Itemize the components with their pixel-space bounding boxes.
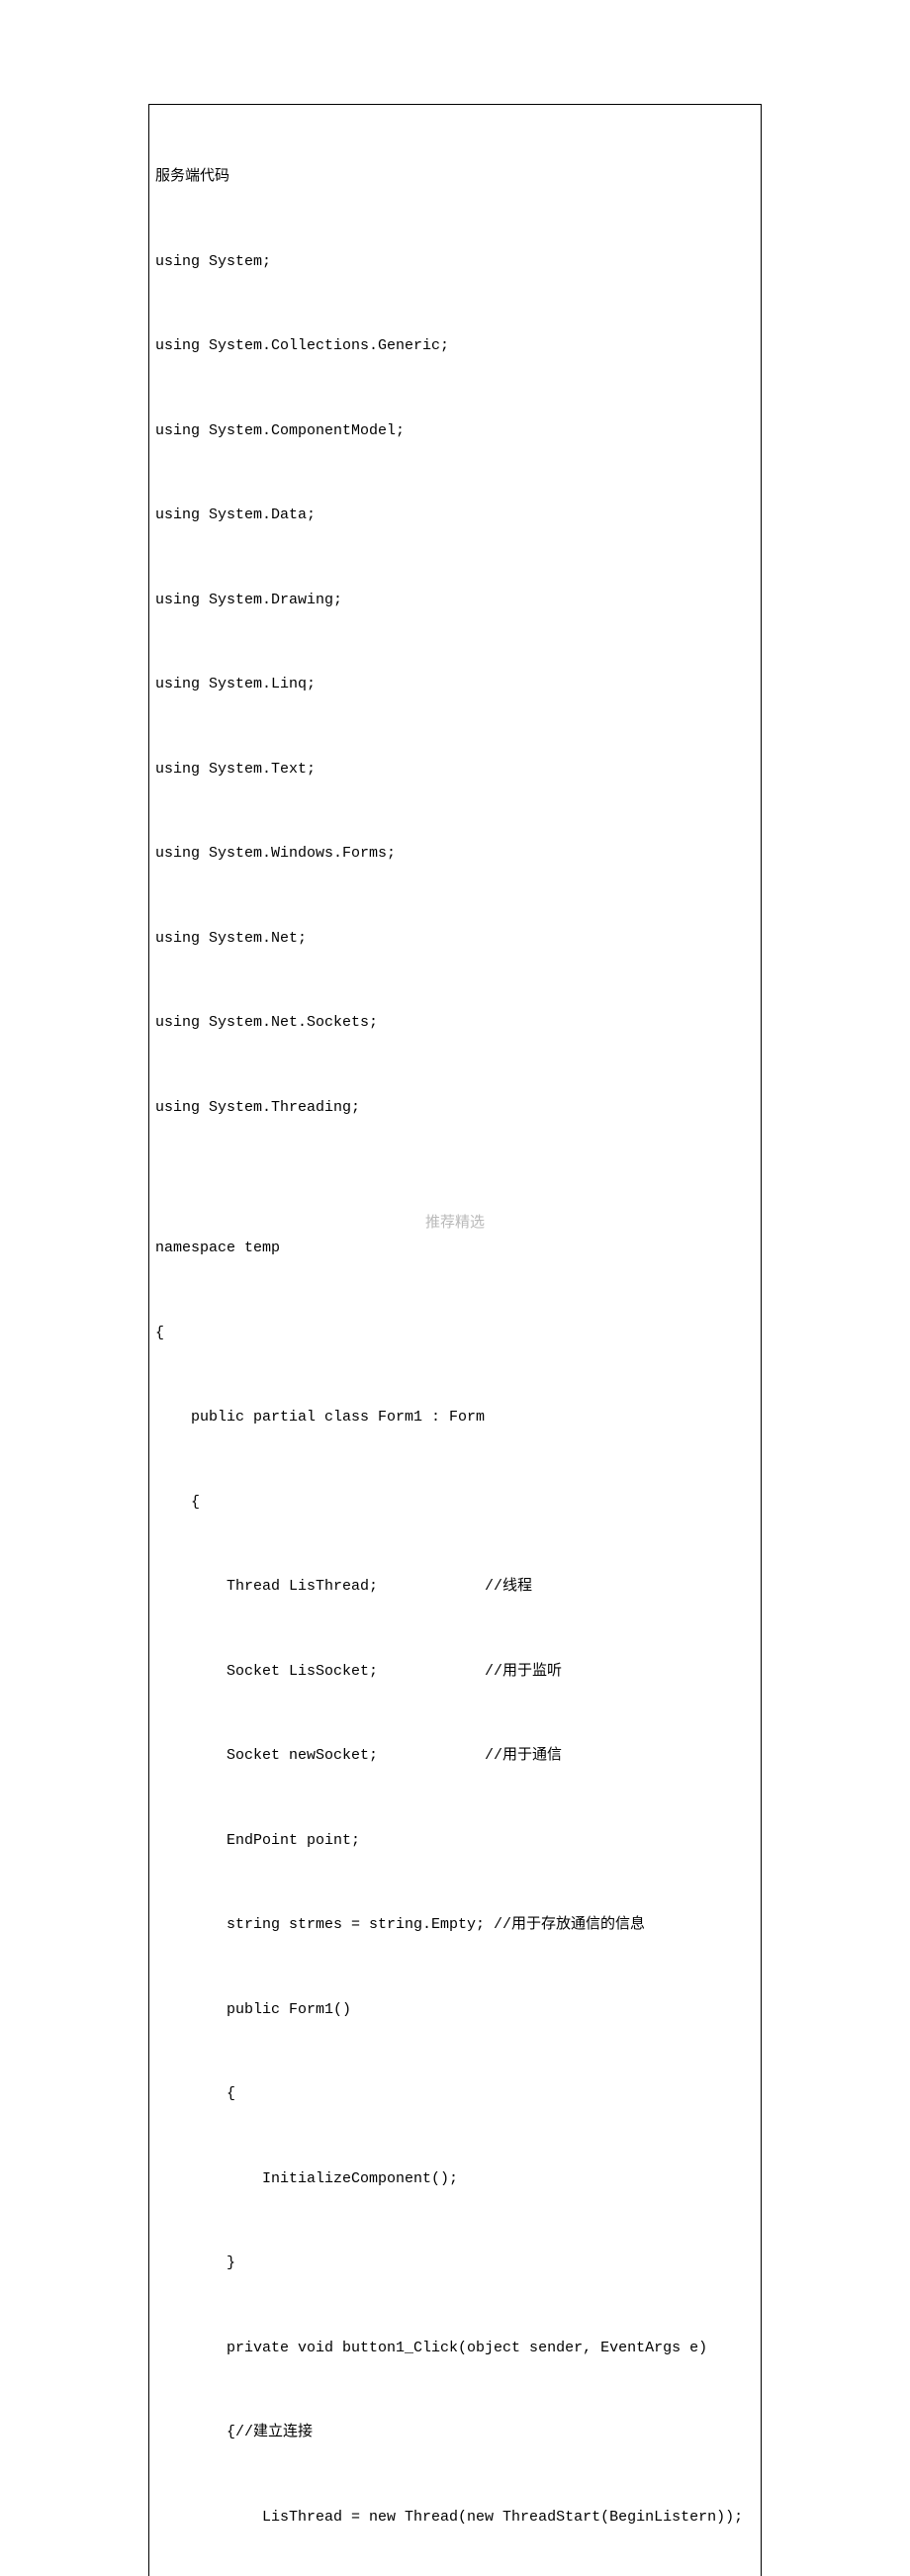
footer-text: 推荐精选 xyxy=(0,1209,910,1238)
code-line: string strmes = string.Empty; //用于存放通信的信… xyxy=(155,1911,755,1940)
code-line: Socket newSocket; //用于通信 xyxy=(155,1742,755,1771)
code-line: using System.Windows.Forms; xyxy=(155,840,755,869)
code-line: private void button1_Click(object sender… xyxy=(155,2335,755,2363)
code-line: public Form1() xyxy=(155,1996,755,2025)
code-line: using System.Net; xyxy=(155,925,755,954)
code-line: } xyxy=(155,2250,755,2278)
code-line: public partial class Form1 : Form xyxy=(155,1404,755,1432)
code-line: using System.Text; xyxy=(155,756,755,784)
code-line: LisThread = new Thread(new ThreadStart(B… xyxy=(155,2504,755,2532)
code-line: using System.ComponentModel; xyxy=(155,417,755,446)
code-container: 服务端代码 using System; using System.Collect… xyxy=(148,104,762,2576)
code-line: using System; xyxy=(155,248,755,277)
code-line: Socket LisSocket; //用于监听 xyxy=(155,1658,755,1687)
code-line: using System.Data; xyxy=(155,502,755,530)
code-line: namespace temp xyxy=(155,1235,755,1263)
code-line: using System.Threading; xyxy=(155,1094,755,1123)
code-line: using System.Linq; xyxy=(155,671,755,699)
code-line: Thread LisThread; //线程 xyxy=(155,1573,755,1602)
code-line: using System.Net.Sockets; xyxy=(155,1009,755,1038)
code-line: {//建立连接 xyxy=(155,2419,755,2447)
code-line: { xyxy=(155,1489,755,1518)
code-line: { xyxy=(155,2080,755,2109)
code-line: InitializeComponent(); xyxy=(155,2165,755,2194)
code-line: 服务端代码 xyxy=(155,163,755,192)
code-line: using System.Drawing; xyxy=(155,587,755,615)
code-line: { xyxy=(155,1320,755,1348)
code-line: using System.Collections.Generic; xyxy=(155,332,755,361)
code-line: EndPoint point; xyxy=(155,1827,755,1856)
